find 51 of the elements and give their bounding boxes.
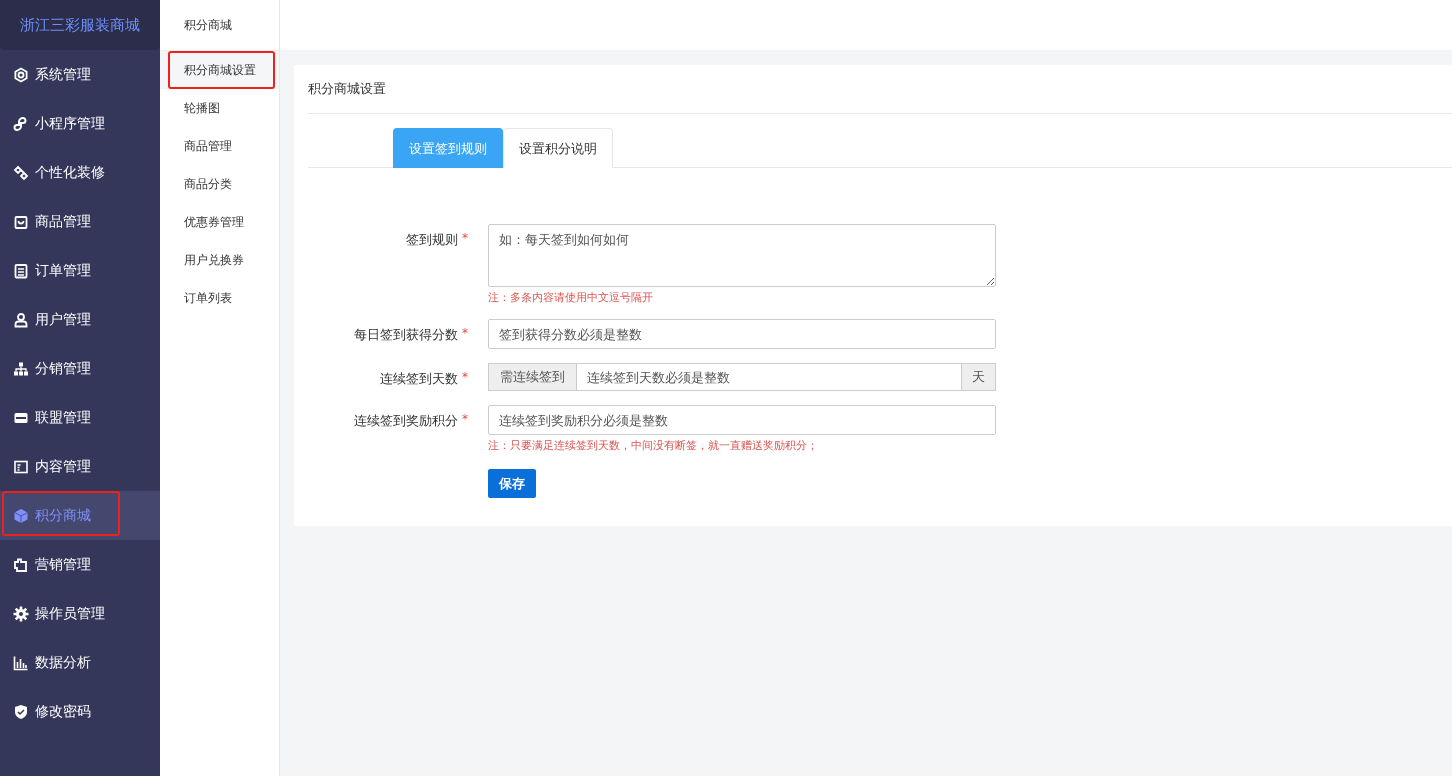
subnav-item[interactable]: 商品管理: [160, 127, 279, 165]
clipboard-icon: [13, 262, 29, 279]
sidebar-item[interactable]: 联盟管理: [0, 393, 160, 442]
hint-text: 注：只要满足连续签到天数，中间没有断签，就一直赠送奖励积分；: [488, 438, 819, 453]
sidebar-item[interactable]: 数据分析: [0, 638, 160, 687]
required-mark: *: [462, 231, 468, 245]
sidebar-item[interactable]: 订单管理: [0, 246, 160, 295]
sidebar-item[interactable]: 个性化装修: [0, 148, 160, 197]
link-icon: [13, 115, 29, 132]
sidebar-item[interactable]: 商品管理: [0, 197, 160, 246]
save-button[interactable]: 保存: [488, 469, 536, 498]
input-field[interactable]: 连续签到奖励积分必须是整数: [488, 405, 996, 435]
field-label: 签到规则: [406, 231, 458, 249]
subnav-item[interactable]: 优惠券管理: [160, 203, 279, 241]
field-label: 连续签到天数: [380, 370, 458, 388]
card-title: 积分商城设置: [308, 65, 1452, 114]
layout-icon: [13, 458, 29, 475]
field-label: 每日签到获得分数: [354, 326, 458, 344]
sidebar-item[interactable]: 分销管理: [0, 344, 160, 393]
textarea-field[interactable]: 如：每天签到如何如何: [488, 224, 996, 287]
input-suffix: 天: [962, 363, 996, 391]
logo-text: 浙江三彩服装商城: [0, 0, 160, 50]
subnav-item[interactable]: 订单列表: [160, 279, 279, 317]
bag-icon: [13, 213, 29, 230]
bar-chart-icon: [13, 654, 29, 671]
input-prefix: 需连续签到: [488, 363, 576, 391]
sidebar-item[interactable]: 营销管理: [0, 540, 160, 589]
subnav-title: 积分商城: [160, 0, 279, 51]
required-mark: *: [462, 370, 468, 384]
field-label: 连续签到奖励积分: [354, 412, 458, 430]
hierarchy-icon: [13, 360, 29, 377]
required-mark: *: [462, 326, 468, 340]
subnav-item[interactable]: 商品分类: [160, 165, 279, 203]
sidebar-item[interactable]: 内容管理: [0, 442, 160, 491]
shield-icon: [13, 703, 29, 720]
user-icon: [13, 311, 29, 328]
sidebar-item[interactable]: 用户管理: [0, 295, 160, 344]
sidebar-item[interactable]: 系统管理: [0, 50, 160, 99]
sidebar-item[interactable]: 修改密码: [0, 687, 160, 736]
input-field[interactable]: 签到获得分数必须是整数: [488, 319, 996, 349]
subnav-item[interactable]: 积分商城设置: [160, 51, 279, 89]
required-mark: *: [462, 412, 468, 426]
cube-icon: [13, 507, 29, 524]
hint-text: 注：多条内容请使用中文逗号隔开: [488, 290, 654, 305]
input-field[interactable]: 连续签到天数必须是整数: [576, 363, 962, 391]
tab[interactable]: 设置积分说明: [503, 128, 613, 168]
sidebar-item[interactable]: 小程序管理: [0, 99, 160, 148]
subnav-item[interactable]: 用户兑换券: [160, 241, 279, 279]
puzzle-icon: [13, 556, 29, 573]
sidebar-item[interactable]: 操作员管理: [0, 589, 160, 638]
subnav-item[interactable]: 轮播图: [160, 89, 279, 127]
